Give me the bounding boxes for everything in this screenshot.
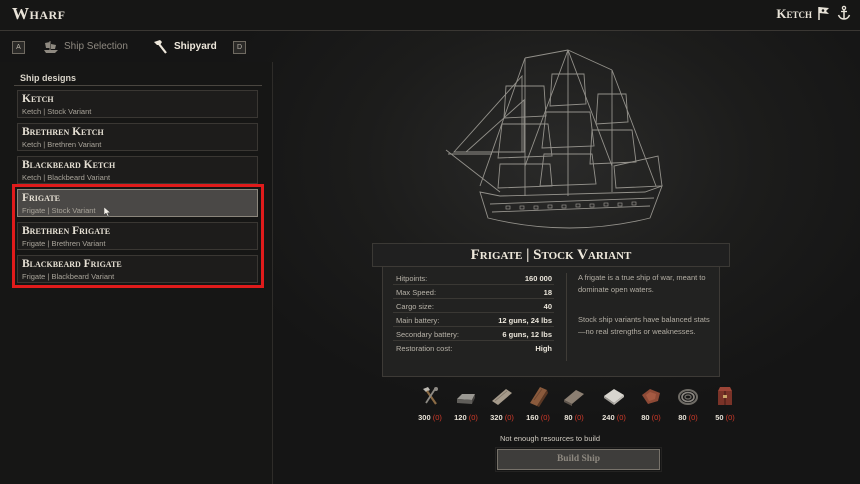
stat-divider <box>393 340 554 341</box>
wood-plank-icon <box>492 389 512 405</box>
chest-icon <box>718 387 732 405</box>
resource-have: (0) <box>688 413 698 422</box>
top-bar: Wharf Ketch <box>0 0 860 31</box>
stat-row-hitpoints: Hitpoints: 160 000 <box>393 272 554 285</box>
stat-row-main-battery: Main battery: 12 guns, 24 lbs <box>393 314 554 327</box>
game-screen: Wharf Ketch A Ship Selection Shipyard D … <box>0 0 860 484</box>
design-ketch[interactable]: Ketch Ketch | Stock Variant <box>17 90 258 118</box>
hardwood-plank-icon <box>564 390 584 406</box>
resource-iron: 120 (0) <box>451 383 481 425</box>
design-name: Brethren Ketch <box>22 126 104 138</box>
stat-label: Restoration cost: <box>396 344 453 353</box>
tab-ship-selection-label: Ship Selection <box>64 41 128 52</box>
resource-need: 300 <box>418 413 431 422</box>
design-subtitle: Ketch | Brethren Variant <box>22 140 102 149</box>
resource-chest: 50 (0) <box>710 383 740 425</box>
resource-need: 120 <box>454 413 467 422</box>
design-name: Ketch <box>22 93 54 105</box>
build-ship-button[interactable]: Build Ship <box>495 447 662 472</box>
stat-row-secondary-battery: Secondary battery: 6 guns, 12 lbs <box>393 328 554 341</box>
stat-row-cargo-size: Cargo size: 40 <box>393 300 554 313</box>
mouse-cursor-icon <box>104 207 112 217</box>
design-brethren-ketch[interactable]: Brethren Ketch Ketch | Brethren Variant <box>17 123 258 151</box>
resource-hardwood: 80 (0) <box>559 383 589 425</box>
resource-amount: 80 (0) <box>667 413 709 422</box>
tab-shipyard[interactable]: Shipyard <box>152 37 222 57</box>
anchor-icon <box>837 5 851 20</box>
resource-have: (0) <box>540 413 550 422</box>
selection-highlight <box>12 184 264 288</box>
previous-tab-key[interactable]: A <box>12 41 25 54</box>
resource-amount: 80 (0) <box>553 413 595 422</box>
resource-need: 50 <box>715 413 724 422</box>
timber-icon <box>530 387 548 407</box>
current-ship-name: Ketch <box>776 6 812 21</box>
resource-need: 320 <box>490 413 503 422</box>
resource-cloth: 240 (0) <box>599 383 629 425</box>
stat-divider <box>393 298 554 299</box>
resource-timber: 160 (0) <box>523 383 553 425</box>
ship-detail-title: Frigate | Stock Variant <box>372 243 730 267</box>
resource-need: 240 <box>602 413 615 422</box>
design-name: Blackbeard Ketch <box>22 159 116 171</box>
resource-need: 80 <box>641 413 650 422</box>
screen-title: Wharf <box>12 4 66 23</box>
ship-icon <box>44 41 58 53</box>
stat-divider <box>393 326 554 327</box>
resource-planks: 320 (0) <box>487 383 517 425</box>
ship-stats-panel: Hitpoints: 160 000 Max Speed: 18 Cargo s… <box>382 266 720 377</box>
resource-need: 80 <box>564 413 573 422</box>
rope-icon <box>678 389 698 405</box>
panel-divider <box>566 273 567 361</box>
tab-ship-selection[interactable]: Ship Selection <box>42 37 134 57</box>
design-subtitle: Ketch | Blackbeard Variant <box>22 173 111 182</box>
stat-divider <box>393 284 554 285</box>
insufficient-resources-message: Not enough resources to build <box>499 434 601 443</box>
variant-description: Stock ship variants have balanced stats—… <box>578 315 710 336</box>
flag-icon <box>818 7 829 20</box>
leather-icon <box>642 389 660 404</box>
resource-need: 160 <box>526 413 539 422</box>
tab-bar: A Ship Selection Shipyard D <box>0 31 860 61</box>
resource-have: (0) <box>616 413 626 422</box>
tools-icon <box>423 387 438 405</box>
stat-row-restoration-cost: Restoration cost: High <box>393 342 554 355</box>
resource-tools: 300 (0) <box>415 383 445 425</box>
stat-row-max-speed: Max Speed: 18 <box>393 286 554 299</box>
resource-rope: 80 (0) <box>673 383 703 425</box>
stat-divider <box>393 312 554 313</box>
design-subtitle: Ketch | Stock Variant <box>22 107 92 116</box>
resource-amount: 50 (0) <box>704 413 746 422</box>
resource-have: (0) <box>504 413 514 422</box>
cloth-icon <box>604 389 624 405</box>
resource-need: 80 <box>678 413 687 422</box>
resource-amount: 240 (0) <box>593 413 635 422</box>
resource-have: (0) <box>468 413 478 422</box>
resource-leather: 80 (0) <box>636 383 666 425</box>
stat-value: High <box>535 344 552 353</box>
design-blackbeard-ketch[interactable]: Blackbeard Ketch Ketch | Blackbeard Vari… <box>17 156 258 184</box>
resource-have: (0) <box>725 413 735 422</box>
ship-description: A frigate is a true ship of war, meant t… <box>578 273 706 294</box>
hammer-icon <box>154 40 167 54</box>
frigate-blueprint-image <box>445 49 663 229</box>
iron-ingot-icon <box>457 394 475 404</box>
resource-have: (0) <box>432 413 442 422</box>
resource-have: (0) <box>574 413 584 422</box>
tab-shipyard-label: Shipyard <box>174 41 217 52</box>
next-tab-key[interactable]: D <box>233 41 246 54</box>
ship-designs-header: Ship designs <box>14 70 262 86</box>
resource-amount: 80 (0) <box>630 413 672 422</box>
resource-have: (0) <box>651 413 661 422</box>
